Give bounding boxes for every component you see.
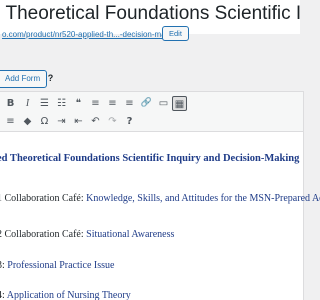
list-item-link[interactable]: Situational Awareness	[86, 229, 174, 240]
redo-icon[interactable]: ↷	[105, 114, 120, 129]
list-item-link[interactable]: Knowledge, Skills, and Attitudes for the…	[86, 193, 320, 204]
list-item-link[interactable]: Application of Nursing Theory	[7, 290, 131, 300]
edit-permalink-button[interactable]: Edit	[162, 26, 189, 41]
permalink-base: o.com/product/	[2, 30, 55, 39]
read-more-icon[interactable]: ▭	[156, 96, 171, 111]
list-item: 1 Collaboration Café: Knowledge, Skills,…	[0, 193, 320, 204]
italic-icon[interactable]: I	[20, 96, 35, 111]
list-item-prefix: 4:	[0, 290, 5, 300]
align-left-icon[interactable]: ≡	[88, 96, 103, 111]
list-item: 2 Collaboration Café: Situational Awaren…	[0, 229, 174, 240]
toolbar-toggle-icon[interactable]: ▦	[172, 96, 187, 111]
list-item-prefix: 1 Collaboration Café:	[0, 193, 87, 204]
content-colon: :	[0, 138, 1, 150]
bold-icon[interactable]: B	[3, 96, 18, 111]
indent-icon[interactable]: ⇥	[54, 114, 69, 129]
special-character-icon[interactable]: Ω	[37, 114, 52, 129]
align-right-icon[interactable]: ≡	[122, 96, 137, 111]
undo-icon[interactable]: ↶	[88, 114, 103, 129]
align-center-icon[interactable]: ≡	[105, 96, 120, 111]
blockquote-icon[interactable]: ❝	[71, 96, 86, 111]
editor-toolbar: B I ☰ ☷ ❝ ≡ ≡ ≡ 🔗 ▭ ▦ ≡ ◆ Ω ⇥ ⇤ ↶ ↷ ?	[0, 92, 303, 132]
outdent-icon[interactable]: ⇤	[71, 114, 86, 129]
help-icon[interactable]: ?	[45, 73, 56, 84]
permalink-row: o.com/product/nr520-applied-th...-decisi…	[0, 23, 300, 43]
link-icon[interactable]: 🔗	[139, 96, 154, 111]
keyboard-shortcuts-icon[interactable]: ?	[122, 114, 137, 129]
add-form-button[interactable]: Add Form	[0, 70, 48, 88]
numbered-list-icon[interactable]: ☷	[54, 96, 69, 111]
format-icon[interactable]: ≡	[3, 114, 18, 129]
list-item-prefix: 2 Collaboration Café:	[0, 229, 87, 240]
list-item: 3: Professional Practice Issue	[0, 260, 114, 271]
post-title: d Theoretical Foundations Scientific Inq…	[0, 3, 300, 24]
content-editor[interactable]: B I ☰ ☷ ❝ ≡ ≡ ≡ 🔗 ▭ ▦ ≡ ◆ Ω ⇥ ⇤ ↶ ↷ ? : …	[0, 91, 320, 300]
list-item: 4: Application of Nursing Theory	[0, 290, 131, 300]
content-heading: ed Theoretical Foundations Scientific In…	[0, 153, 300, 164]
clear-formatting-icon[interactable]: ◆	[20, 114, 35, 129]
list-item-link[interactable]: Professional Practice Issue	[7, 260, 114, 271]
bulleted-list-icon[interactable]: ☰	[37, 96, 52, 111]
permalink-url[interactable]: o.com/product/nr520-applied-th...-decisi…	[2, 30, 183, 39]
